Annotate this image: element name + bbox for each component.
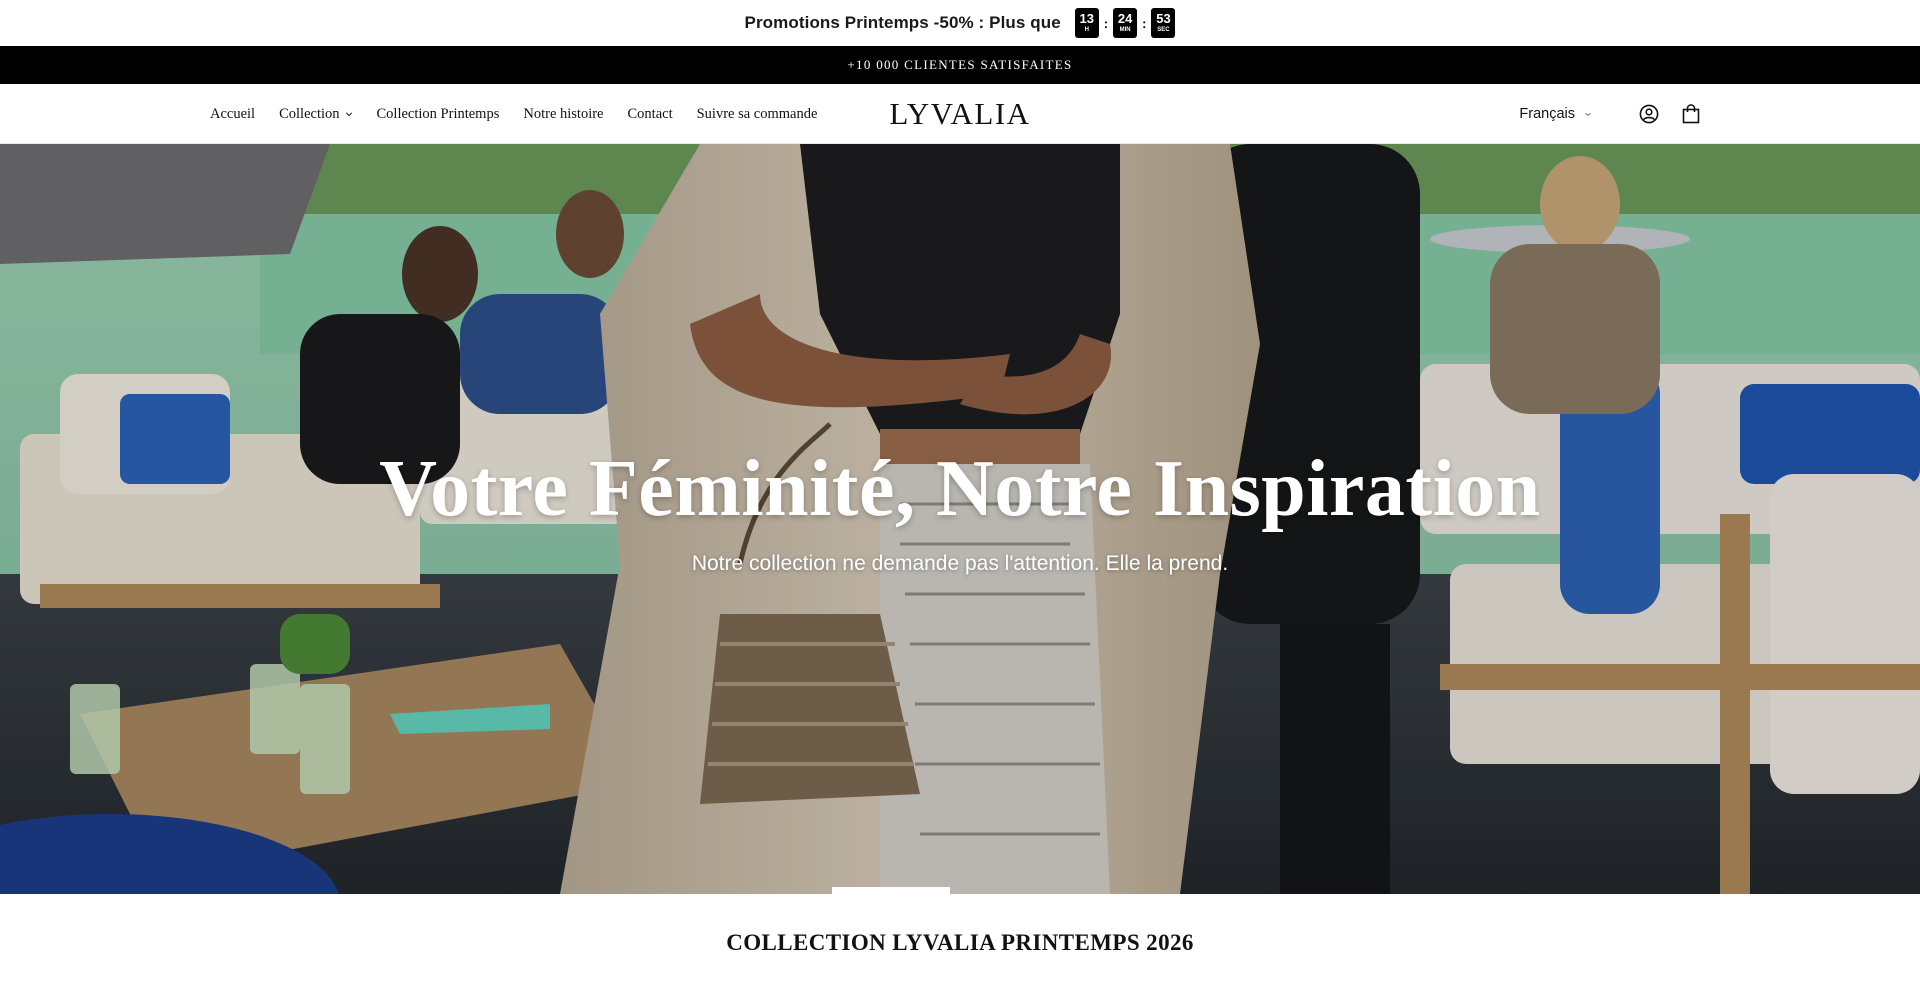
cart-button[interactable] bbox=[1680, 103, 1702, 125]
hero-banner: Votre Féminité, Notre Inspiration Notre … bbox=[0, 144, 1920, 894]
nav-item-suivre-commande[interactable]: Suivre sa commande bbox=[697, 106, 818, 123]
nav-item-label: Accueil bbox=[210, 105, 256, 122]
account-icon bbox=[1639, 104, 1659, 124]
announcement-text: +10 000 CLIENTES SATISFAITES bbox=[847, 57, 1073, 72]
nav-item-label: Contact bbox=[627, 105, 673, 122]
site-header: LYVALIA Accueil Collection Collection Pr… bbox=[0, 84, 1920, 144]
countdown-timer: 13 H : 24 MIN : 53 SEC bbox=[1074, 8, 1176, 38]
timer-minutes-value: 24 bbox=[1117, 11, 1133, 26]
main-nav: Accueil Collection Collection Printemps … bbox=[210, 84, 841, 144]
nav-item-accueil[interactable]: Accueil bbox=[210, 106, 255, 123]
timer-minutes-unit: MIN bbox=[1119, 27, 1131, 33]
account-button[interactable] bbox=[1638, 103, 1660, 125]
timer-hours-unit: H bbox=[1084, 27, 1089, 33]
language-selector[interactable]: Français bbox=[1519, 106, 1592, 122]
timer-separator: : bbox=[1103, 15, 1109, 31]
timer-separator: : bbox=[1142, 15, 1147, 31]
language-label: Français bbox=[1519, 106, 1575, 122]
header-actions: Français bbox=[1519, 84, 1702, 144]
promo-countdown-bar: Promotions Printemps -50% : Plus que 13 … bbox=[0, 0, 1920, 46]
chevron-down-icon bbox=[1585, 112, 1591, 116]
timer-seconds-unit: SEC bbox=[1157, 27, 1170, 33]
nav-item-label: Suivre sa commande bbox=[696, 105, 818, 122]
promo-text: Promotions Printemps -50% : Plus que bbox=[744, 13, 1061, 32]
nav-item-label: Collection Printemps bbox=[376, 105, 500, 122]
nav-item-label: Collection bbox=[279, 105, 340, 122]
nav-item-label: Notre histoire bbox=[523, 105, 604, 122]
cart-icon bbox=[1682, 104, 1700, 124]
hero-title: Votre Féminité, Notre Inspiration bbox=[379, 445, 1541, 533]
timer-seconds-value: 53 bbox=[1156, 11, 1171, 26]
nav-item-contact[interactable]: Contact bbox=[628, 106, 673, 123]
announcement-bar: +10 000 CLIENTES SATISFAITES bbox=[0, 46, 1920, 84]
nav-item-collection-printemps[interactable]: Collection Printemps bbox=[377, 106, 500, 123]
timer-hours: 13 H bbox=[1074, 8, 1099, 38]
site-logo[interactable]: LYVALIA bbox=[889, 96, 1030, 132]
hero-subtitle: Notre collection ne demande pas l'attent… bbox=[691, 552, 1229, 575]
slideshow-indicator[interactable] bbox=[832, 887, 950, 894]
nav-item-collection[interactable]: Collection bbox=[279, 106, 352, 123]
timer-hours-value: 13 bbox=[1079, 11, 1095, 26]
timer-seconds: 53 SEC bbox=[1151, 8, 1176, 38]
collection-section-title: COLLECTION LYVALIA PRINTEMPS 2026 bbox=[726, 930, 1194, 955]
timer-minutes: 24 MIN bbox=[1113, 8, 1138, 38]
nav-item-notre-histoire[interactable]: Notre histoire bbox=[523, 106, 603, 123]
chevron-down-icon bbox=[345, 112, 352, 117]
